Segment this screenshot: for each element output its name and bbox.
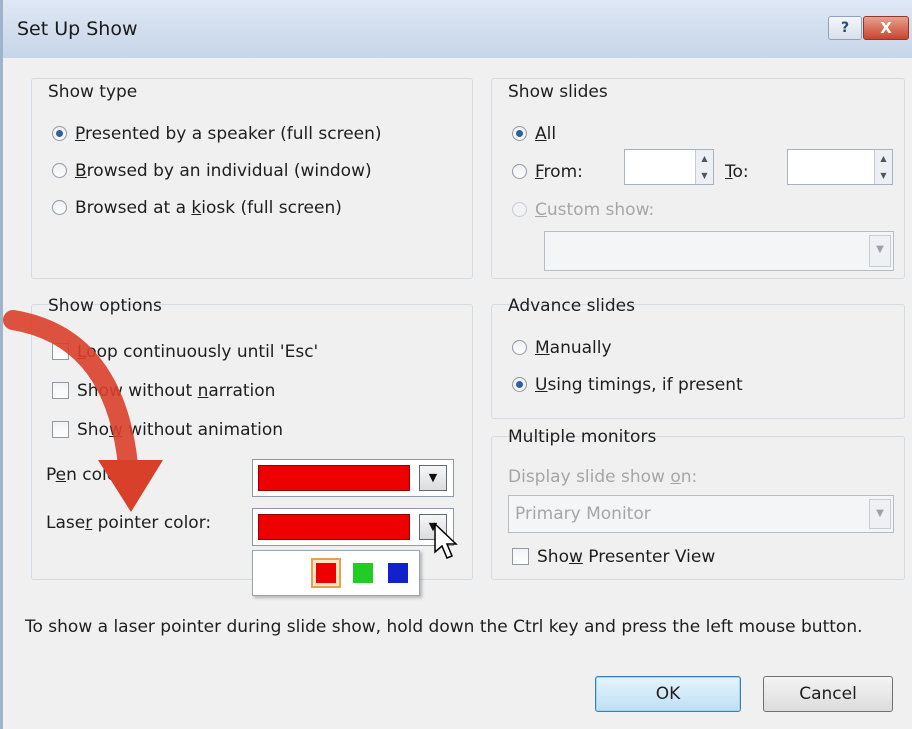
radio-manually[interactable]: Manually [512,338,612,358]
set-up-show-dialog: Set Up Show ? X Show type Presented by a… [0,0,912,729]
chevron-down-icon[interactable]: ▼ [419,465,447,491]
radio-icon[interactable] [512,164,527,179]
custom-show-select[interactable]: ▼ [544,231,894,271]
multiple-monitors-title: Multiple monitors [508,427,657,447]
title-bar: Set Up Show ? X [3,0,912,58]
pen-color-picker[interactable]: ▼ [252,459,454,497]
display-monitor-select[interactable]: Primary Monitor ▼ [508,495,894,533]
checkbox-icon[interactable] [512,548,529,565]
radio-icon[interactable] [52,200,67,215]
radio-all-slides[interactable]: All [512,124,556,144]
close-button[interactable]: X [863,16,909,40]
radio-presented-by-speaker[interactable]: Presented by a speaker (full screen) [52,124,382,144]
spin-up-icon[interactable]: ▲ [696,150,713,167]
laser-pointer-hint: To show a laser pointer during slide sho… [25,617,863,637]
show-slides-title: Show slides [508,82,608,102]
palette-blue-swatch[interactable] [388,563,408,583]
radio-using-timings[interactable]: Using timings, if present [512,375,743,395]
laser-color-swatch[interactable] [258,514,410,540]
radio-icon[interactable] [512,377,527,392]
radio-browsed-at-kiosk[interactable]: Browsed at a kiosk (full screen) [52,198,342,218]
advance-slides-title: Advance slides [508,296,635,316]
from-slide-input[interactable]: ▲ ▼ [624,149,714,185]
window-title: Set Up Show [17,18,138,40]
ok-button[interactable]: OK [595,676,741,712]
checkbox-show-presenter-view[interactable]: Show Presenter View [512,547,715,567]
radio-icon[interactable] [52,126,67,141]
radio-icon[interactable] [512,126,527,141]
to-spinner[interactable]: ▲ ▼ [874,150,892,184]
radio-icon[interactable] [512,340,527,355]
advance-slides-group: Advance slides Manually Using timings, i… [491,296,905,419]
from-spinner[interactable]: ▲ ▼ [695,150,713,184]
laser-color-palette-popup [252,550,420,596]
spin-down-icon[interactable]: ▼ [696,167,713,184]
radio-browsed-by-individual[interactable]: Browsed by an individual (window) [52,161,372,181]
cancel-button[interactable]: Cancel [763,676,893,712]
multiple-monitors-group: Multiple monitors Display slide show on:… [491,427,905,580]
mouse-pointer-icon [434,522,458,559]
chevron-down-icon[interactable]: ▼ [869,235,891,267]
show-type-title: Show type [48,82,138,102]
palette-green-swatch[interactable] [353,563,373,583]
display-monitor-value[interactable]: Primary Monitor [515,504,651,524]
to-slide-input[interactable]: ▲ ▼ [787,149,893,185]
radio-custom-show[interactable]: Custom show: [512,200,654,220]
to-label: To: [725,162,749,182]
show-type-group: Show type Presented by a speaker (full s… [31,78,473,279]
radio-icon[interactable] [52,163,67,178]
pen-color-swatch[interactable] [258,465,410,491]
chevron-down-icon[interactable]: ▼ [869,499,891,529]
radio-from-slide[interactable]: From: [512,162,583,182]
red-curved-arrow-icon [3,310,163,512]
help-button[interactable]: ? [828,16,862,40]
display-slide-show-on-label: Display slide show on: [508,467,698,487]
spin-down-icon[interactable]: ▼ [875,167,892,184]
show-slides-group: Show slides All From: ▲ ▼ To: ▲ ▼ Custom… [491,78,905,279]
palette-red-swatch[interactable] [316,563,336,583]
radio-icon[interactable] [512,202,527,217]
laser-color-picker[interactable]: ▼ [252,508,454,546]
spin-up-icon[interactable]: ▲ [875,150,892,167]
